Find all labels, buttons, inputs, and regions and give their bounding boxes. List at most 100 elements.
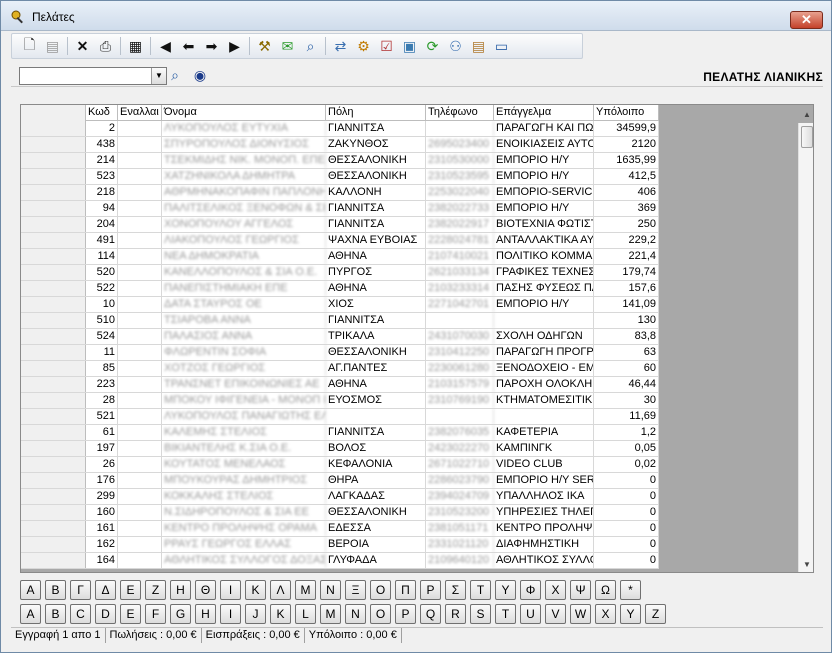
letter-button[interactable]: G [170, 604, 191, 624]
table-row[interactable]: 28 ΜΠΟΚΟΥ ΙΦΙΓΕΝΕΙΑ - ΜΟΝΟΠ Ε ΕΥΟΣΜΟΣ 23107… [21, 393, 659, 409]
row-selector[interactable] [21, 201, 86, 216]
table-row[interactable]: 114 ΝΕΑ ΔΗΜΟΚΡΑΤΙΑ ΑΘΗΝΑ 2107410021 ΠΟΛΙΤΙΚΟ… [21, 249, 659, 265]
letter-button[interactable]: R [445, 604, 466, 624]
letter-button[interactable]: U [520, 604, 541, 624]
letter-button[interactable]: Y [620, 604, 641, 624]
row-selector[interactable] [21, 425, 86, 440]
letter-button[interactable]: W [570, 604, 591, 624]
row-selector[interactable] [21, 393, 86, 408]
row-selector[interactable] [21, 249, 86, 264]
row-selector[interactable] [21, 185, 86, 200]
row-selector[interactable] [21, 313, 86, 328]
letter-button[interactable]: C [70, 604, 91, 624]
row-selector[interactable] [21, 297, 86, 312]
letter-button[interactable]: Γ [70, 580, 91, 600]
checklist-icon[interactable]: ☑ [375, 35, 398, 57]
row-selector[interactable] [21, 505, 86, 520]
letter-button[interactable]: M [320, 604, 341, 624]
letter-button[interactable]: Π [395, 580, 416, 600]
letter-button[interactable]: * [620, 580, 641, 600]
mail-icon[interactable]: ✉ [276, 35, 299, 57]
letter-button[interactable]: Ν [320, 580, 341, 600]
column-header[interactable]: Υπόλοιπο [594, 105, 659, 121]
table-row[interactable]: 61 ΚΑΛΕΜΗΣ ΣΤΕΛΙΟΣ ΓΙΑΝΝΙΤΣΑ 2382076035 ΚΑΦΕ… [21, 425, 659, 441]
table-row[interactable]: 299 ΚΟΚΚΑΛΗΣ ΣΤΕΛΙΟΣ ΛΑΓΚΑΔΑΣ 2394024709 ΥΠΑ… [21, 489, 659, 505]
prev-record-icon[interactable]: ⬅ [177, 35, 200, 57]
table-row[interactable]: 26 ΚΟΥΤΑΤΟΣ ΜΕΝΕΛΑΟΣ ΚΕΦΑΛΟΝΙΑ 2671022710 VI… [21, 457, 659, 473]
letter-button[interactable]: J [245, 604, 266, 624]
delete-icon[interactable]: ✕ [71, 35, 94, 57]
letter-button[interactable]: N [345, 604, 366, 624]
column-header[interactable]: Πόλη [326, 105, 426, 121]
letter-button[interactable]: Ρ [420, 580, 441, 600]
certificate-icon[interactable]: ▤ [467, 35, 490, 57]
row-selector[interactable] [21, 169, 86, 184]
letter-button[interactable]: Q [420, 604, 441, 624]
table-row[interactable]: 510 ΤΣΙΑΡΟΒΑ ΑΝΝΑ ΓΙΑΝΝΙΤΣΑ 130 [21, 313, 659, 329]
letter-button[interactable]: Κ [245, 580, 266, 600]
refresh-icon[interactable]: ⟳ [421, 35, 444, 57]
letter-button[interactable]: Β [45, 580, 66, 600]
letter-button[interactable]: Ζ [145, 580, 166, 600]
row-selector[interactable] [21, 217, 86, 232]
column-header[interactable]: Τηλέφωνο [426, 105, 494, 121]
row-selector[interactable] [21, 121, 86, 136]
grid-view-icon[interactable]: ▦ [124, 35, 147, 57]
users-icon[interactable]: ⚇ [444, 35, 467, 57]
table-row[interactable]: 2 ΛΥΚΟΠΟΥΛΟΣ ΕΥΤΥΧΙΑ ΓΙΑΝΝΙΤΣΑ ΠΑΡΑΓΩΓΗ ΚΑΙ… [21, 121, 659, 137]
letter-button[interactable]: Τ [470, 580, 491, 600]
table-row[interactable]: 94 ΠΑΛΙΤΣΕΛΙΚΟΣ ΞΕΝΟΦΩΝ & ΣΙΑ Ο ΓΙΑΝΝΙΤΣΑ 2… [21, 201, 659, 217]
row-selector[interactable] [21, 457, 86, 472]
letter-button[interactable]: Μ [295, 580, 316, 600]
row-selector[interactable] [21, 281, 86, 296]
letter-button[interactable]: H [195, 604, 216, 624]
letter-button[interactable]: Ψ [570, 580, 591, 600]
letter-button[interactable]: Υ [495, 580, 516, 600]
table-row[interactable]: 521 ΛΥΚΟΠΟΥΛΟΣ ΠΑΝΑΓΙΩΤΗΣ ΕΛΕΥ 11,69 [21, 409, 659, 425]
first-record-icon[interactable]: ◀ [154, 35, 177, 57]
table-row[interactable]: 438 ΣΠΥΡΟΠΟΥΛΟΣ ΔΙΟΝΥΣΙΟΣ ΖΑΚΥΝΘΟΣ 26950234… [21, 137, 659, 153]
table-row[interactable]: 223 ΤΡΑΝΣΝΕΤ ΕΠΙΚΟΙΝΩΝΙΕΣ ΑΕ ΑΘΗΝΑ 21031575… [21, 377, 659, 393]
id-card-icon[interactable]: ▣ [398, 35, 421, 57]
letter-button[interactable]: Ε [120, 580, 141, 600]
save-icon[interactable]: ▤ [41, 35, 64, 57]
letter-button[interactable]: Ι [220, 580, 241, 600]
column-header[interactable]: Εναλλαι [118, 105, 162, 121]
row-selector[interactable] [21, 553, 86, 568]
table-row[interactable]: 523 ΧΑΤΖΗΝΙΚΟΛΑ ΔΗΜΗΤΡΑ ΘΕΣΣΑΛΟΝΙΚΗ 2310523… [21, 169, 659, 185]
column-header[interactable]: Κωδ [86, 105, 118, 121]
row-selector[interactable] [21, 377, 86, 392]
letter-button[interactable]: Θ [195, 580, 216, 600]
letter-button[interactable]: F [145, 604, 166, 624]
scroll-thumb[interactable] [801, 126, 813, 148]
table-row[interactable]: 520 ΚΑΝΕΛΛΟΠΟΥΛΟΣ & ΣΙΑ Ο.Ε. ΠΥΡΓΟΣ 2621033… [21, 265, 659, 281]
letter-button[interactable]: K [270, 604, 291, 624]
letter-button[interactable]: Ω [595, 580, 616, 600]
row-selector[interactable] [21, 521, 86, 536]
vertical-scrollbar[interactable]: ▲ ▼ [798, 110, 813, 572]
monitor-icon[interactable]: ▭ [490, 35, 513, 57]
row-selector[interactable] [21, 137, 86, 152]
table-row[interactable]: 160 Ν.ΣΙΔΗΡΟΠΟΥΛΟΣ & ΣΙΑ ΕΕ ΘΕΣΣΑΛΟΝΙΚΗ 231… [21, 505, 659, 521]
row-selector[interactable] [21, 265, 86, 280]
row-selector[interactable] [21, 153, 86, 168]
letter-button[interactable]: V [545, 604, 566, 624]
letter-button[interactable]: Σ [445, 580, 466, 600]
letter-button[interactable]: T [495, 604, 516, 624]
row-selector[interactable] [21, 409, 86, 424]
row-selector[interactable] [21, 473, 86, 488]
letter-button[interactable]: S [470, 604, 491, 624]
row-selector[interactable] [21, 441, 86, 456]
table-row[interactable]: 522 ΠΑΝΕΠΙΣΤΗΜΙΑΚΗ ΕΠΕ ΑΘΗΝΑ 2103233314 ΠΑΣΗ… [21, 281, 659, 297]
settings-icon[interactable]: ⚙ [352, 35, 375, 57]
letter-button[interactable]: Φ [520, 580, 541, 600]
letter-button[interactable]: P [395, 604, 416, 624]
letter-button[interactable]: Α [20, 580, 41, 600]
row-selector[interactable] [21, 345, 86, 360]
letter-button[interactable]: Ο [370, 580, 391, 600]
column-header[interactable]: Όνομα [162, 105, 326, 121]
chevron-down-icon[interactable]: ▼ [151, 68, 166, 84]
letter-button[interactable]: I [220, 604, 241, 624]
close-button[interactable]: ✕ [790, 11, 823, 29]
table-row[interactable]: 214 ΤΣΕΚΜΙΔΗΣ ΝΙΚ. ΜΟΝΟΠ. ΕΠΕ ΘΕΣΣΑΛΟΝΙΚΗ 2… [21, 153, 659, 169]
